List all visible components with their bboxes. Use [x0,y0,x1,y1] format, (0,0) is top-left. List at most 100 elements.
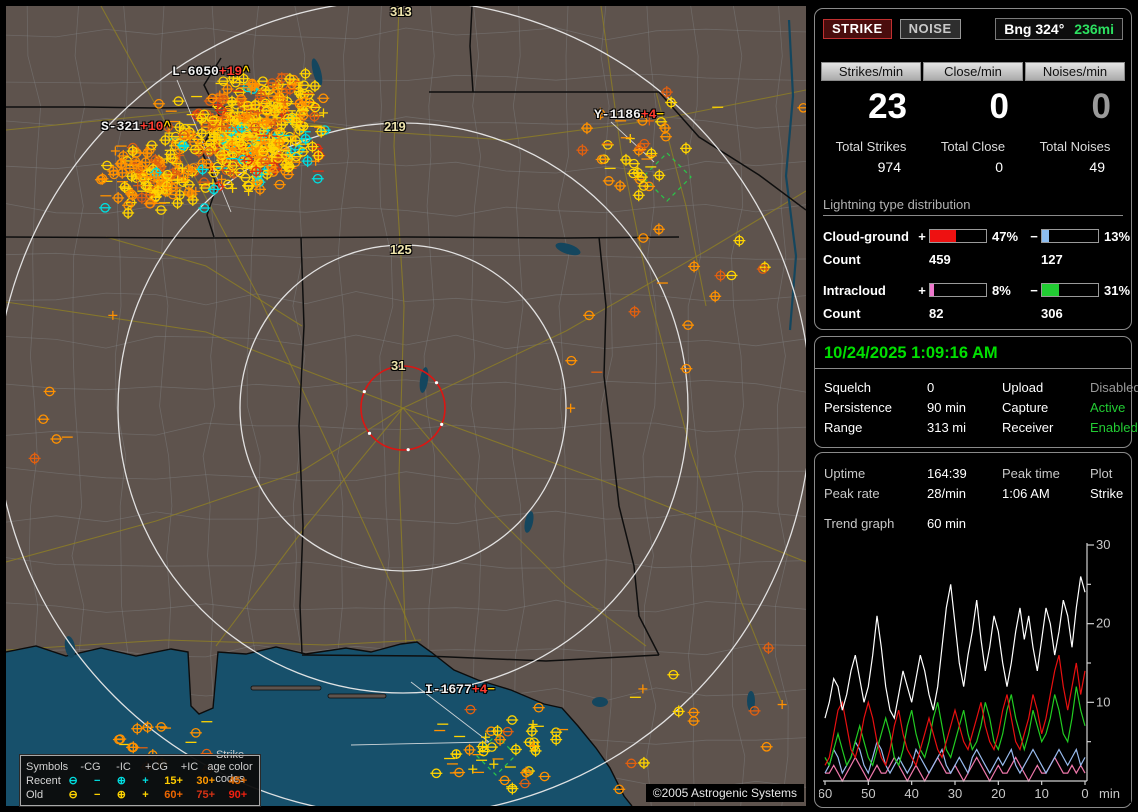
storm-cell-label-I-1677[interactable]: I-1677+4− [425,682,495,697]
uptime-row: Uptime 164:39 Peak time Plot [824,463,1122,483]
strikes-per-min-value: 23 [868,87,907,126]
ic-positive-pct: 8% [992,282,1011,298]
trend-chart: 10 20 30 60 50 40 30 20 10 0 min [819,539,1131,803]
cell-direction-icon: − [656,107,665,122]
ic-positive-bar [929,283,987,297]
peak-time-label: Peak time [1002,465,1060,481]
age-code-60+: 60+ [164,788,183,801]
total-noises-value: 49 [1089,159,1105,175]
x-tick-10: 10 [1034,786,1048,801]
settings-row: Squelch 0 Upload Disabled [824,377,1138,397]
age-code-90+: 90+ [228,788,248,801]
noises-per-min-chip[interactable]: Noises/min [1025,62,1125,81]
cg-negative-bar [1041,229,1099,243]
legend-symbol-1: − [94,774,101,787]
status-panel: 10/24/2025 1:09:16 AM Squelch 0 Upload D… [814,336,1138,448]
legend-symbol-2: ⊕ [116,789,126,801]
cell-id: I-1677 [425,682,472,697]
strike-mode-button[interactable]: STRIKE [823,19,892,39]
uptime-label: Uptime [824,465,866,481]
legend-row-label: Old [26,788,44,801]
peak-rate-label: Peak rate [824,485,880,501]
plus-sign: + [918,282,926,298]
y-tick-30: 30 [1096,539,1110,552]
cg-positive-bar [929,229,987,243]
cloud-ground-label: Cloud-ground [823,228,909,244]
stormvue-window: { "map": { "land_color": "#5e534d", "wat… [0,0,1138,812]
cell-strength: +4 [640,107,657,122]
legend-row-label: Recent [26,774,61,787]
lightning-map[interactable]: 313 219 125 31 L-6050+19^ S-321+10^ Y-1186+4− I… [6,4,806,807]
legend-symbol-0: ⊖ [68,789,78,801]
plot-label: Plot [1090,465,1113,481]
trend-graph-value: 60 min [927,515,967,531]
close-column: Close/min 0 Total Close 0 [923,62,1023,175]
legend-header-row: Symbols -CG -IC +CG +IC Strike age color… [26,749,254,785]
minus-sign: − [1030,282,1038,298]
stats-panel: STRIKE NOISE Bng 324° 236mi Strikes/min 2… [814,8,1132,330]
uptime-value: 164:39 [927,465,967,481]
cell-direction-icon: ^ [163,119,172,134]
settings-rows: Squelch 0 Upload Disabled Persistence 90… [815,369,1138,437]
minus-sign: − [1030,228,1038,244]
x-tick-30: 30 [948,786,962,801]
intracloud-label: Intracloud [823,282,886,298]
close-per-min-chip[interactable]: Close/min [923,62,1023,81]
ic-negative-pct: 31% [1104,282,1131,298]
capture-state: Active [1090,399,1126,415]
age-code-75+: 75+ [196,788,216,801]
plus-sign: + [918,228,926,244]
receiver-label: Receiver [1002,419,1054,435]
ic-negative-bar [1041,283,1099,297]
x-tick-40: 40 [904,786,918,801]
persistence-value: 90 min [927,399,967,415]
settings-row: Persistence 90 min Capture Active [824,397,1126,417]
storm-cell-label-Y-1186[interactable]: Y-1186+4− [594,107,664,122]
capture-label: Capture [1002,399,1049,415]
legend-symbol-2: ⊕ [116,775,126,787]
storm-cell-label-S-321[interactable]: S-321+10^ [101,119,171,134]
bearing-readout: Bng 324° 236mi [995,18,1123,40]
count-label: Count [823,305,861,321]
legend-symbols-header: Symbols [26,760,69,773]
uptime-rows: Uptime 164:39 Peak time Plot Peak rate 2… [815,453,1131,533]
cg-positive-count: 459 [929,251,951,267]
cell-strength: +10 [140,119,164,134]
ic-count-row: Count 82 306 [815,302,1131,324]
cg-count-row: Count 459 127 [815,248,1131,270]
total-strikes-value: 974 [877,159,901,175]
cell-direction-icon: ^ [242,64,251,79]
range-label: Range [824,419,863,435]
strikes-per-min-chip[interactable]: Strikes/min [821,62,921,81]
legend-row-old: Old ⊖ − ⊕ +60+ 75+ 90+ [26,788,254,802]
bearing-distance: 236mi [1074,21,1114,37]
trend-graph-label: Trend graph [824,515,895,531]
intracloud-row: Intracloud + 8% − 31% [815,278,1131,302]
cg-negative-pct: 13% [1104,228,1131,244]
noise-mode-button[interactable]: NOISE [899,19,961,39]
legend-col-+ic: +IC [180,760,199,773]
legend-symbol-3: + [142,788,149,801]
legend-row-recent: Recent ⊖ − ⊕ +15+ 30+ 45+ [26,774,254,788]
cg-negative-count: 127 [1041,251,1063,267]
age-code-45+: 45+ [228,774,248,787]
x-tick-50: 50 [861,786,875,801]
x-tick-0: 0 [1081,786,1088,801]
legend-symbol-1: − [94,788,101,801]
total-strikes-label: Total Strikes [835,139,907,154]
x-axis-unit-label: min [1099,786,1120,801]
plot-value: Strike [1090,485,1124,501]
total-close-value: 0 [995,159,1003,175]
copyright-text: ©2005 Astrogenic Systems [645,784,804,802]
y-tick-10: 10 [1096,694,1110,709]
cell-strength: +4 [471,682,488,697]
age-code-30+: 30+ [196,774,216,787]
storm-cell-label-L-6050[interactable]: L-6050+19^ [172,64,250,79]
legend-col--cg: -CG [80,760,101,773]
x-tick-60: 60 [819,786,832,801]
bearing-label: Bng 324° [1004,21,1065,37]
peak-time-value: 1:06 AM [1002,485,1050,501]
legend-symbol-3: + [142,774,149,787]
mode-button-row: STRIKE NOISE Bng 324° 236mi [815,9,1131,40]
cell-strength: +19 [218,64,243,79]
